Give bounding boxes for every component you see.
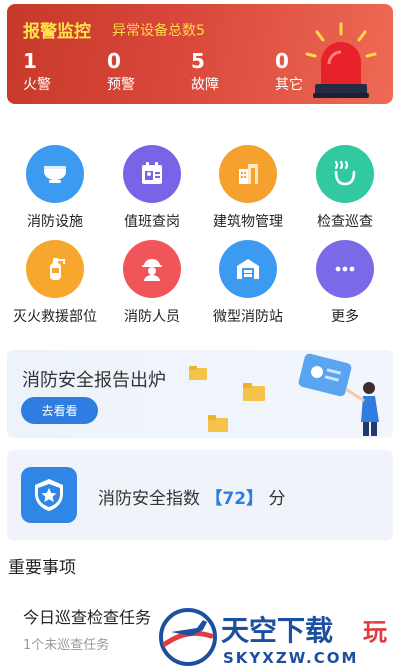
grid-icon-circle	[123, 240, 181, 298]
more-icon	[335, 266, 355, 272]
grid-item-fire-facility[interactable]: 消防设施	[5, 145, 105, 231]
grid-icon-circle	[219, 240, 277, 298]
grid-item-firefighter[interactable]: 消防人员	[102, 240, 202, 326]
inspection-icon	[334, 160, 356, 186]
stat-other[interactable]: 0 其它	[275, 50, 303, 94]
safety-index-unit: 分	[268, 489, 286, 509]
grid-icon-circle	[26, 145, 84, 203]
stat-fault[interactable]: 5 故障	[191, 50, 219, 94]
stat-warning[interactable]: 0 预警	[107, 50, 135, 94]
safety-index-label: 消防安全指数	[98, 489, 200, 509]
grid-label: 建筑物管理	[213, 214, 283, 230]
stat-value: 0	[275, 49, 289, 73]
stat-value: 0	[107, 49, 121, 73]
task-subtitle: 1个未巡查任务	[23, 638, 110, 653]
abnormal-device-count: 异常设备总数5	[112, 23, 205, 39]
watermark-text-en: SKYXZW.COM	[223, 649, 358, 667]
stat-label: 火警	[23, 77, 51, 93]
stat-value: 1	[23, 49, 37, 73]
stat-label: 故障	[191, 77, 219, 93]
grid-label: 微型消防站	[213, 309, 283, 325]
watermark-text-cn-suffix: 玩	[363, 618, 387, 646]
task-title[interactable]: 今日巡查检查任务	[23, 604, 151, 628]
grid-icon-circle	[316, 145, 374, 203]
grid-label: 消防设施	[27, 214, 83, 230]
folder-icon	[189, 366, 207, 380]
grid-item-more[interactable]: 更多	[295, 240, 395, 326]
grid-item-mini-station[interactable]: 微型消防站	[198, 240, 298, 326]
alarm-title: 报警监控	[23, 22, 91, 42]
grid-label: 消防人员	[124, 309, 180, 325]
grid-item-duty-check[interactable]: 值班查岗	[102, 145, 202, 231]
grid-icon-circle	[26, 240, 84, 298]
grid-label: 检查巡查	[317, 214, 373, 230]
alarm-monitor-banner[interactable]: 报警监控 异常设备总数5 1 火警 0 预警 5 故障 0 其它	[7, 4, 393, 104]
watermark-text-cn: 天空下载	[221, 614, 333, 647]
grid-item-building[interactable]: 建筑物管理	[198, 145, 298, 231]
grid-item-inspection[interactable]: 检查巡查	[295, 145, 395, 231]
safety-index-card[interactable]: 消防安全指数 【72】 分	[7, 450, 393, 540]
building-icon	[239, 164, 258, 184]
grid-label: 更多	[331, 309, 359, 325]
view-report-button[interactable]: 去看看	[21, 397, 98, 424]
stat-value: 5	[191, 49, 205, 73]
report-title: 消防安全报告出炉	[22, 370, 166, 391]
watermark-logo-icon	[159, 608, 217, 666]
report-illustration	[189, 353, 379, 436]
stat-label: 其它	[275, 77, 303, 93]
firefighter-icon	[142, 259, 162, 281]
fire-facility-icon	[44, 166, 66, 183]
safety-index-text: 消防安全指数 【72】 分	[98, 484, 285, 509]
grid-icon-circle	[316, 240, 374, 298]
mini-station-icon	[237, 259, 259, 279]
site-watermark: 天空下载 玩 SKYXZW.COM	[157, 606, 406, 668]
folder-icon	[208, 415, 228, 432]
grid-icon-circle	[219, 145, 277, 203]
important-section-title: 重要事项	[8, 558, 76, 578]
grid-label: 灭火救援部位	[13, 309, 97, 325]
grid-icon-circle	[123, 145, 181, 203]
grid-item-extinguisher[interactable]: 灭火救援部位	[5, 240, 105, 326]
siren-icon	[305, 22, 377, 98]
safety-shield-badge	[21, 467, 77, 523]
safety-report-card[interactable]: 消防安全报告出炉 去看看	[7, 350, 393, 438]
stat-fire-alarm[interactable]: 1 火警	[23, 50, 51, 94]
shield-star-icon	[35, 479, 63, 511]
folder-icon	[243, 383, 265, 401]
duty-check-icon	[142, 162, 162, 184]
extinguisher-icon	[50, 258, 65, 280]
stat-label: 预警	[107, 77, 135, 93]
grid-label: 值班查岗	[124, 214, 180, 230]
safety-index-value: 【72】	[205, 489, 264, 509]
